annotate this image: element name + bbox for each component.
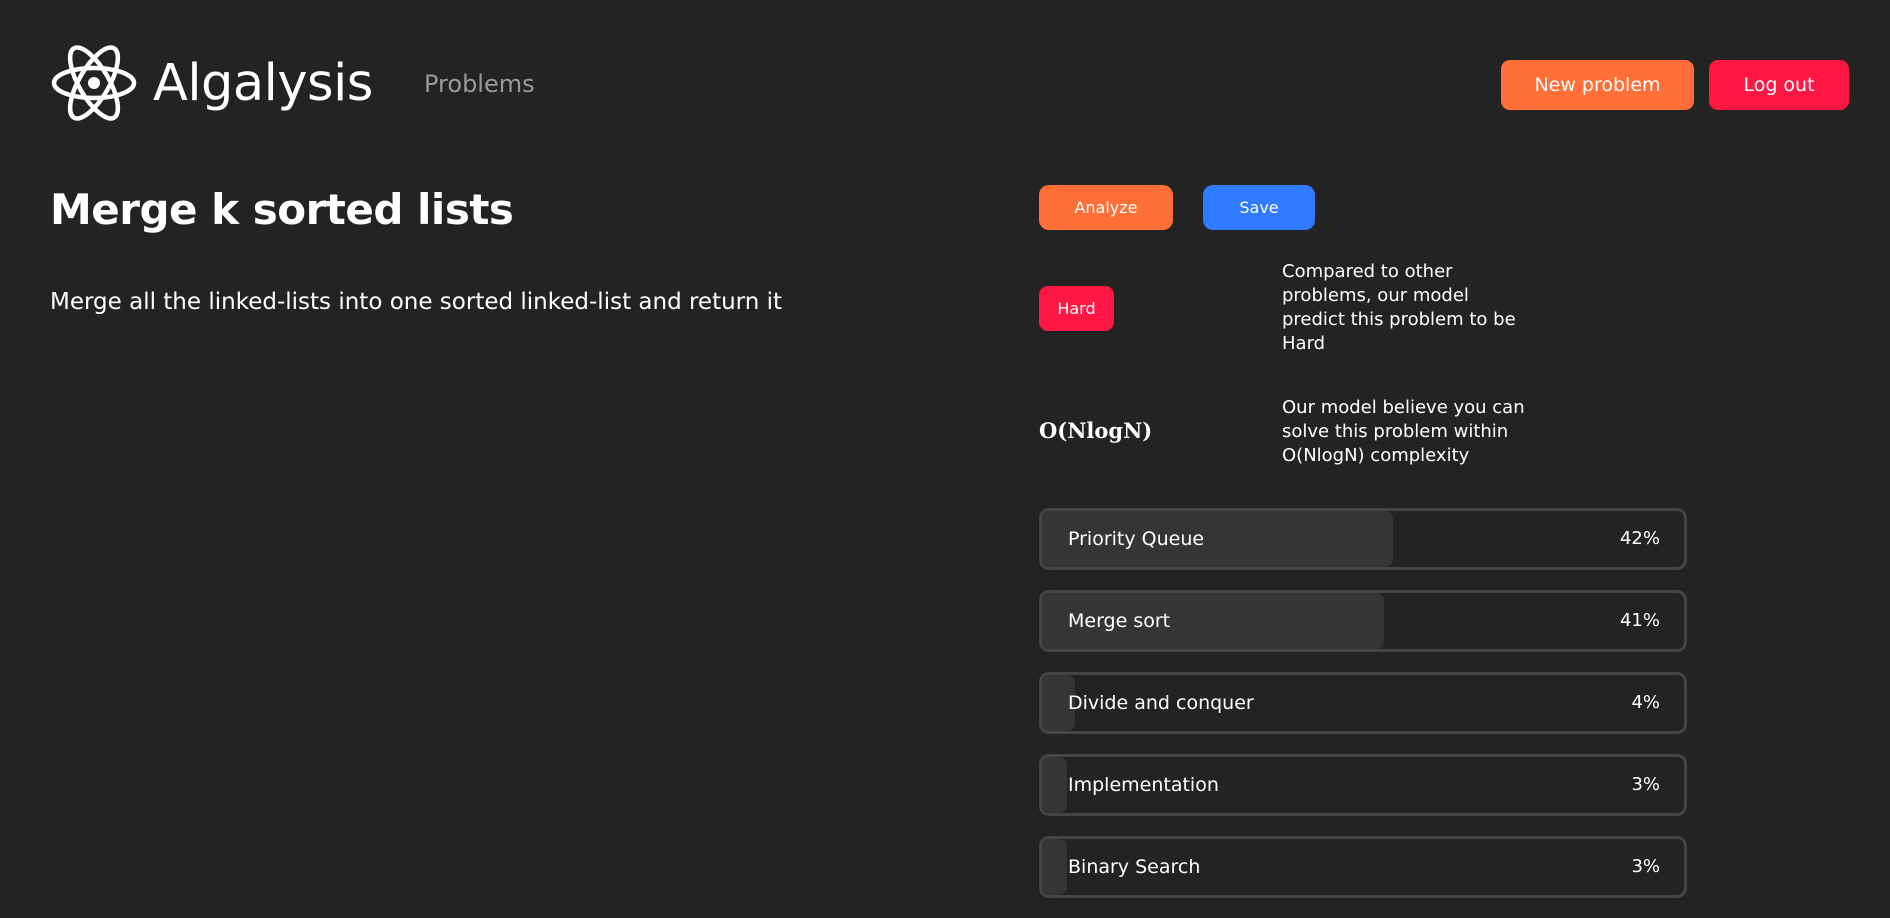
complexity-note: Our model believe you can solve this pro…: [1282, 397, 1525, 466]
brand-name: Algalysis: [153, 53, 373, 113]
new-problem-button[interactable]: New problem: [1501, 60, 1694, 110]
topic-row: Implementation 3%: [1039, 754, 1687, 816]
topic-percent: 4%: [1631, 692, 1660, 713]
header: Algalysis Problems New problem Log out: [0, 0, 1890, 170]
topic-label: Binary Search: [1068, 856, 1201, 878]
topic-percent: 3%: [1631, 774, 1660, 795]
logo[interactable]: Algalysis: [49, 43, 373, 123]
topic-row: Divide and conquer 4%: [1039, 672, 1687, 734]
atom-icon: [51, 45, 137, 121]
difficulty-badge: Hard: [1039, 286, 1114, 331]
nav-problems-link[interactable]: Problems: [424, 70, 535, 98]
complexity-value: O(NlogN): [1039, 418, 1153, 443]
analyze-button[interactable]: Analyze: [1039, 185, 1173, 230]
problem-title: Merge k sorted lists: [50, 185, 514, 234]
topic-list: Priority Queue 42% Merge sort 41% Divide…: [1039, 508, 1687, 918]
topic-row: Binary Search 3%: [1039, 836, 1687, 898]
topic-label: Merge sort: [1068, 610, 1171, 632]
topic-bar: [1042, 757, 1068, 813]
topic-percent: 3%: [1631, 856, 1660, 877]
topic-percent: 41%: [1619, 610, 1660, 631]
topic-bar: [1042, 839, 1068, 895]
topic-row: Merge sort 41%: [1039, 590, 1687, 652]
logout-button[interactable]: Log out: [1709, 60, 1849, 110]
save-button[interactable]: Save: [1203, 185, 1315, 230]
topic-row: Priority Queue 42%: [1039, 508, 1687, 570]
topic-percent: 42%: [1619, 528, 1660, 549]
topic-label: Divide and conquer: [1068, 692, 1254, 714]
topic-label: Implementation: [1068, 774, 1219, 796]
difficulty-note: Compared to other problems, our model pr…: [1282, 261, 1516, 354]
topic-label: Priority Queue: [1068, 528, 1205, 550]
problem-description: Merge all the linked-lists into one sort…: [50, 289, 783, 315]
